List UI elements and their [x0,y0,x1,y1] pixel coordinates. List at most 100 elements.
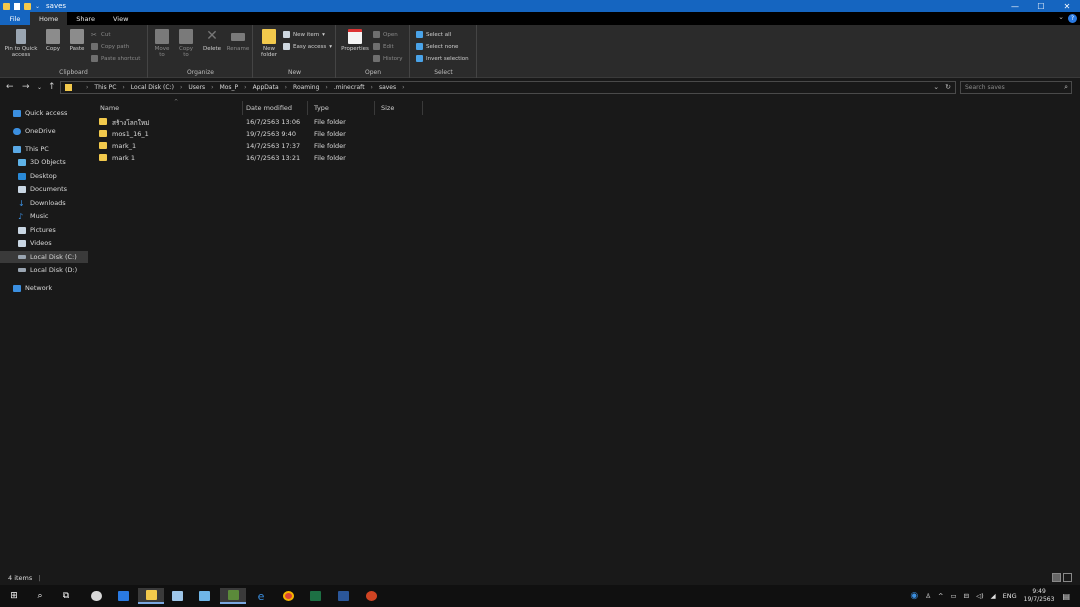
open-button[interactable]: Open [373,31,398,38]
back-icon[interactable]: ← [6,82,14,92]
app-icon [198,591,210,601]
large-icons-view-button[interactable] [1063,573,1072,582]
recent-locations-icon[interactable]: ⌄ [37,84,42,91]
help-icon[interactable]: ? [1068,14,1077,23]
edit-button[interactable]: Edit [373,43,394,50]
refresh-icon[interactable]: ↻ [945,83,951,91]
properties-button[interactable]: Properties [339,29,371,52]
volume-icon[interactable]: ◁) [976,592,984,600]
notifications-icon[interactable]: ▤ [1062,592,1070,601]
taskbar-powerpoint[interactable] [361,588,381,604]
paste-shortcut-button[interactable]: Paste shortcut [91,55,140,62]
breadcrumb-minecraft[interactable]: .minecraft [334,84,365,91]
taskbar-excel[interactable] [305,588,325,604]
column-header-size[interactable]: Size [375,101,423,115]
paste-button[interactable]: Paste [66,29,88,52]
wifi-icon[interactable]: ◢ [991,592,996,600]
search-button[interactable]: ⌕ [30,588,50,604]
cut-button[interactable]: ✂ Cut [91,31,110,39]
customize-toolbar-icon[interactable]: ⌄ [35,3,40,10]
up-icon[interactable]: ↑ [48,82,56,92]
delete-button[interactable]: ✕ Delete [201,29,223,53]
sidebar-item-videos[interactable]: Videos [0,237,88,249]
app-tray-icon[interactable]: ◉ [910,591,918,601]
breadcrumb-roaming[interactable]: Roaming [293,84,319,91]
properties-icon[interactable] [14,2,20,10]
task-view-button[interactable]: ⧉ [56,588,76,604]
easy-access-button[interactable]: Easy access ▾ [283,43,332,50]
breadcrumb-appdata[interactable]: AppData [253,84,279,91]
table-row[interactable]: mark 1 16/7/2563 13:21 File folder [95,152,515,164]
breadcrumb-users[interactable]: Users [188,84,205,91]
breadcrumb-saves[interactable]: saves [379,84,396,91]
taskbar-chrome[interactable] [278,588,298,604]
new-folder-button[interactable]: New folder [258,29,280,58]
people-icon[interactable]: ♙ [925,592,931,600]
forward-icon[interactable]: → [22,82,30,92]
tab-file[interactable]: File [0,12,30,25]
chevron-down-icon[interactable]: ⌄ [1058,13,1064,21]
sidebar-item-onedrive[interactable]: OneDrive [0,125,88,137]
breadcrumb-local-disk[interactable]: Local Disk (C:) [131,84,174,91]
minimize-button[interactable]: — [1002,0,1028,12]
sidebar-item-network[interactable]: Network [0,282,88,294]
taskbar-mail[interactable] [113,588,133,604]
tab-view[interactable]: View [104,12,137,25]
taskbar-app-3[interactable] [194,588,214,604]
sidebar-item-downloads[interactable]: ↓ Downloads [0,197,88,209]
network-tray-icon[interactable]: ⊟ [964,592,969,600]
select-none-button[interactable]: Select none [416,43,458,50]
status-divider: | [38,574,41,582]
taskbar-app-2[interactable] [167,588,187,604]
taskbar-edge[interactable]: e [251,588,271,604]
address-bar[interactable]: › This PC › Local Disk (C:) › Users › Mos_P… [60,81,956,94]
chevron-up-icon[interactable]: ^ [938,592,943,600]
copy-path-button[interactable]: Copy path [91,43,129,50]
breadcrumb-mos-p[interactable]: Mos_P [220,84,239,91]
breadcrumb-this-pc[interactable]: This PC [94,84,116,91]
new-folder-icon[interactable] [24,2,31,10]
rename-button[interactable]: Rename [226,29,250,52]
copy-button[interactable]: Copy [43,29,63,52]
copy-to-button[interactable]: Copy to [176,29,196,58]
sidebar-item-local-disk-d[interactable]: Local Disk (D:) [0,264,88,276]
start-button[interactable]: ⊞ [4,588,24,604]
column-header-date-modified[interactable]: Date modified [240,101,308,115]
item-count: 4 items [8,574,33,582]
table-row[interactable]: mos1_16_1 19/7/2563 9:40 File folder [95,128,515,140]
taskbar-app-1[interactable] [86,588,106,604]
select-all-button[interactable]: Select all [416,31,451,38]
select-group: Select all Select none Invert selection … [411,25,477,78]
pin-to-quick-access-button[interactable]: Pin to Quick access [3,29,39,58]
invert-selection-button[interactable]: Invert selection [416,55,469,62]
close-button[interactable]: ✕ [1054,0,1080,12]
language-indicator[interactable]: ENG [1003,592,1017,600]
maximize-button[interactable]: ☐ [1028,0,1054,12]
tab-share[interactable]: Share [67,12,104,25]
sidebar-item-quick-access[interactable]: Quick access [0,107,88,119]
search-input[interactable]: Search saves ⌕ [960,81,1072,94]
chevron-down-icon[interactable]: ⌄ [933,83,939,91]
details-view-button[interactable] [1052,573,1061,582]
sidebar-item-documents[interactable]: Documents [0,183,88,195]
column-header-name[interactable]: ^ Name [94,99,243,115]
new-item-button[interactable]: New item ▾ [283,31,325,38]
sidebar-item-local-disk-c[interactable]: Local Disk (C:) [0,251,88,263]
taskbar-word[interactable] [333,588,353,604]
clock[interactable]: 9:49 19/7/2563 [1024,588,1055,604]
sidebar-item-pictures[interactable]: Pictures [0,224,88,236]
history-button[interactable]: History [373,55,403,62]
table-row[interactable]: สร้างโลกใหม่ 16/7/2563 13:06 File folder [95,116,515,128]
sidebar-item-3d-objects[interactable]: 3D Objects [0,156,88,168]
system-tray: ◉ ♙ ^ ▭ ⊟ ◁) ◢ ENG 9:49 19/7/2563 ▤ [910,585,1080,607]
taskbar-minecraft[interactable] [220,588,246,604]
table-row[interactable]: mark_1 14/7/2563 17:37 File folder [95,140,515,152]
sidebar-item-music[interactable]: ♪ Music [0,210,88,222]
sidebar-item-this-pc[interactable]: This PC [0,143,88,155]
move-to-button[interactable]: Move to [152,29,172,58]
tab-home[interactable]: Home [30,12,68,25]
column-header-type[interactable]: Type [308,101,375,115]
battery-icon[interactable]: ▭ [951,592,957,600]
taskbar-file-explorer[interactable] [138,588,164,604]
sidebar-item-desktop[interactable]: Desktop [0,170,88,182]
